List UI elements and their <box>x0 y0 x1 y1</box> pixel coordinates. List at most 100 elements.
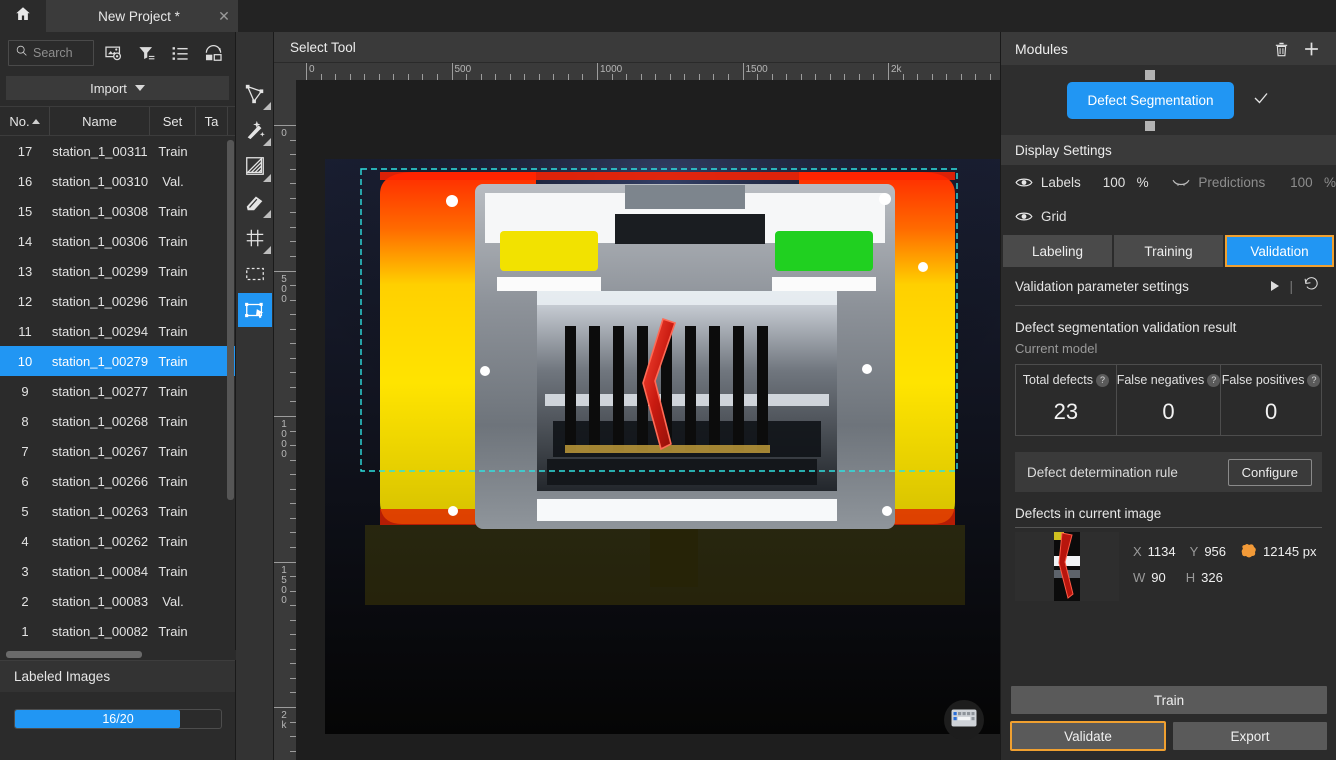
check-icon[interactable] <box>1252 89 1270 112</box>
table-row[interactable]: 15 station_1_00308 Train <box>0 196 235 226</box>
module-graph[interactable]: Defect Segmentation <box>1001 65 1336 135</box>
table-row[interactable]: 1 station_1_00082 Train <box>0 616 235 646</box>
labeled-images-title: Labeled Images <box>14 669 111 684</box>
column-header-no[interactable]: No. <box>0 107 50 135</box>
table-row[interactable]: 12 station_1_00296 Train <box>0 286 235 316</box>
history-reset-icon[interactable] <box>1303 276 1320 296</box>
tool-expand-corner[interactable] <box>262 138 271 146</box>
marquee-tool[interactable] <box>238 257 272 291</box>
row-number: 3 <box>21 563 29 579</box>
vertical-scrollbar[interactable] <box>227 140 234 500</box>
list-view-icon[interactable] <box>167 40 194 66</box>
labels-opacity-unit: % <box>1136 174 1149 190</box>
canvas-bottom-scrollbar[interactable] <box>296 752 1000 760</box>
table-row[interactable]: 10 station_1_00279 Train <box>0 346 235 376</box>
eye-closed-icon[interactable] <box>1172 176 1198 189</box>
table-row[interactable]: 9 station_1_00277 Train <box>0 376 235 406</box>
row-name: station_1_00299 <box>51 263 149 279</box>
image-table-body[interactable]: 17 station_1_00311 Train 16 station_1_00310 V… <box>0 136 235 656</box>
table-row[interactable]: 4 station_1_00262 Train <box>0 526 235 556</box>
close-icon[interactable]: ✕ <box>216 9 238 23</box>
image-settings-icon[interactable] <box>100 40 127 66</box>
filter-icon[interactable] <box>133 40 160 66</box>
column-header-tag[interactable]: Ta <box>196 107 228 135</box>
metric-value: 0 <box>1265 399 1278 424</box>
table-row[interactable]: 3 station_1_00084 Train <box>0 556 235 586</box>
table-row[interactable]: 2 station_1_00083 Val. <box>0 586 235 616</box>
display-row-labels: Labels 100 % Predictions 100 % <box>1001 165 1336 199</box>
row-number: 16 <box>17 173 33 189</box>
export-button[interactable]: Export <box>1173 722 1327 750</box>
row-name: station_1_00082 <box>51 623 149 639</box>
table-row[interactable]: 5 station_1_00263 Train <box>0 496 235 526</box>
labels-opacity-value[interactable]: 100 <box>1103 175 1137 190</box>
tool-expand-corner[interactable] <box>262 174 271 182</box>
eye-open-icon[interactable] <box>1015 176 1041 189</box>
ruler-label: 0 <box>309 64 315 75</box>
labeled-images-panel: 16/20 <box>0 692 235 760</box>
tool-expand-corner[interactable] <box>262 210 271 218</box>
tab-validation[interactable]: Validation <box>1225 235 1334 267</box>
tab-training[interactable]: Training <box>1114 235 1223 267</box>
module-node-defect-segmentation[interactable]: Defect Segmentation <box>1067 69 1234 131</box>
grid-tool[interactable] <box>238 221 272 255</box>
validate-button[interactable]: Validate <box>1010 721 1166 751</box>
import-label: Import <box>90 80 127 96</box>
help-icon[interactable]: ? <box>1095 373 1109 387</box>
row-set: Train <box>158 203 188 219</box>
table-row[interactable]: 13 station_1_00299 Train <box>0 256 235 286</box>
train-button[interactable]: Train <box>1011 686 1327 714</box>
search-input[interactable]: Search <box>8 40 95 66</box>
chevron-right-icon[interactable] <box>1271 281 1280 291</box>
image-viewport[interactable] <box>296 80 1000 760</box>
column-header-set[interactable]: Set <box>150 107 196 135</box>
tool-expand-corner[interactable] <box>262 246 271 254</box>
select-tool[interactable] <box>237 293 272 327</box>
magic-wand-tool[interactable] <box>238 113 272 147</box>
table-row[interactable]: 17 station_1_00311 Train <box>0 136 235 166</box>
import-button[interactable]: Import <box>6 76 229 100</box>
project-tab[interactable]: New Project * ✕ <box>46 0 238 32</box>
help-icon[interactable]: ? <box>1207 373 1221 387</box>
row-name: station_1_00306 <box>51 233 149 249</box>
defect-x-key: X <box>1133 543 1142 559</box>
home-button[interactable] <box>0 0 46 32</box>
polygon-tool[interactable] <box>238 77 272 111</box>
compare-view-icon[interactable] <box>200 40 227 66</box>
gradient-tool[interactable] <box>238 149 272 183</box>
table-row[interactable]: 11 station_1_00294 Train <box>0 316 235 346</box>
table-row[interactable]: 7 station_1_00267 Train <box>0 436 235 466</box>
row-number: 4 <box>21 533 29 549</box>
labeled-progress-text: 16/20 <box>102 712 134 726</box>
row-name: station_1_00266 <box>51 473 149 489</box>
help-icon[interactable]: ? <box>1307 373 1321 387</box>
defect-list-item[interactable]: X 1134 Y 956 12145 px W 90 H 326 <box>1001 532 1336 601</box>
node-input-port[interactable] <box>1145 69 1156 80</box>
validation-parameter-settings-row[interactable]: Validation parameter settings | <box>1001 267 1336 305</box>
eye-open-icon[interactable] <box>1015 210 1041 223</box>
table-row[interactable]: 8 station_1_00268 Train <box>0 406 235 436</box>
row-set: Val. <box>162 593 184 609</box>
table-row[interactable]: 16 station_1_00310 Val. <box>0 166 235 196</box>
configure-button[interactable]: Configure <box>1227 458 1312 486</box>
predictions-opacity-value[interactable]: 100 <box>1290 175 1324 190</box>
node-output-port[interactable] <box>1145 120 1156 131</box>
row-set: Train <box>158 443 188 459</box>
plus-icon[interactable] <box>1296 40 1326 58</box>
table-row[interactable]: 14 station_1_00306 Train <box>0 226 235 256</box>
labeled-progress-bar: 16/20 <box>14 709 222 729</box>
connector-image[interactable] <box>325 159 1000 734</box>
row-number: 5 <box>21 503 29 519</box>
keyboard-shortcuts-button[interactable] <box>944 700 984 740</box>
action-buttons: Train Validate Export <box>1010 686 1327 751</box>
trash-icon[interactable] <box>1266 40 1296 58</box>
table-row[interactable]: 6 station_1_00266 Train <box>0 466 235 496</box>
eraser-tool[interactable] <box>238 185 272 219</box>
defect-thumbnail[interactable] <box>1015 532 1119 601</box>
validation-metrics: Total defects? 23 False negatives? 0 Fal… <box>1015 364 1322 436</box>
tool-expand-corner[interactable] <box>262 102 271 110</box>
tab-labeling[interactable]: Labeling <box>1003 235 1112 267</box>
horizontal-scrollbar[interactable] <box>6 651 142 658</box>
row-number: 7 <box>21 443 29 459</box>
column-header-name[interactable]: Name <box>50 107 150 135</box>
